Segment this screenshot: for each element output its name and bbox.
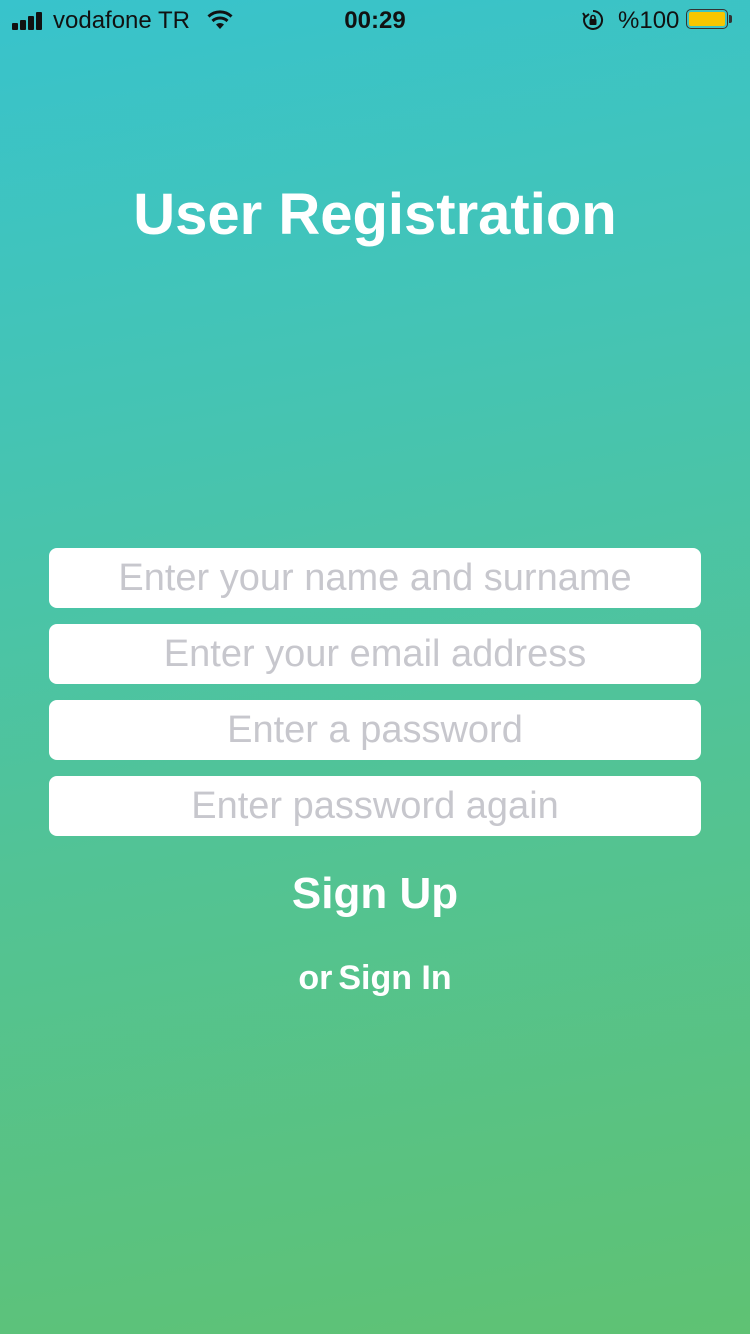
status-bar: vodafone TR 00:29 %100 — [0, 0, 750, 40]
sign-in-link[interactable]: Sign In — [338, 959, 451, 997]
page-title: User Registration — [133, 182, 617, 247]
battery-icon — [686, 9, 732, 31]
sign-in-row: or Sign In — [0, 956, 750, 1000]
email-input[interactable] — [49, 624, 701, 684]
password-confirm-input[interactable] — [49, 776, 701, 836]
sign-up-button[interactable]: Sign Up — [0, 866, 750, 922]
name-surname-input[interactable] — [49, 548, 701, 608]
or-label: or — [298, 959, 333, 997]
rotation-lock-icon — [582, 9, 604, 30]
battery-percentage: %100 — [618, 7, 680, 34]
password-input[interactable] — [49, 700, 701, 760]
